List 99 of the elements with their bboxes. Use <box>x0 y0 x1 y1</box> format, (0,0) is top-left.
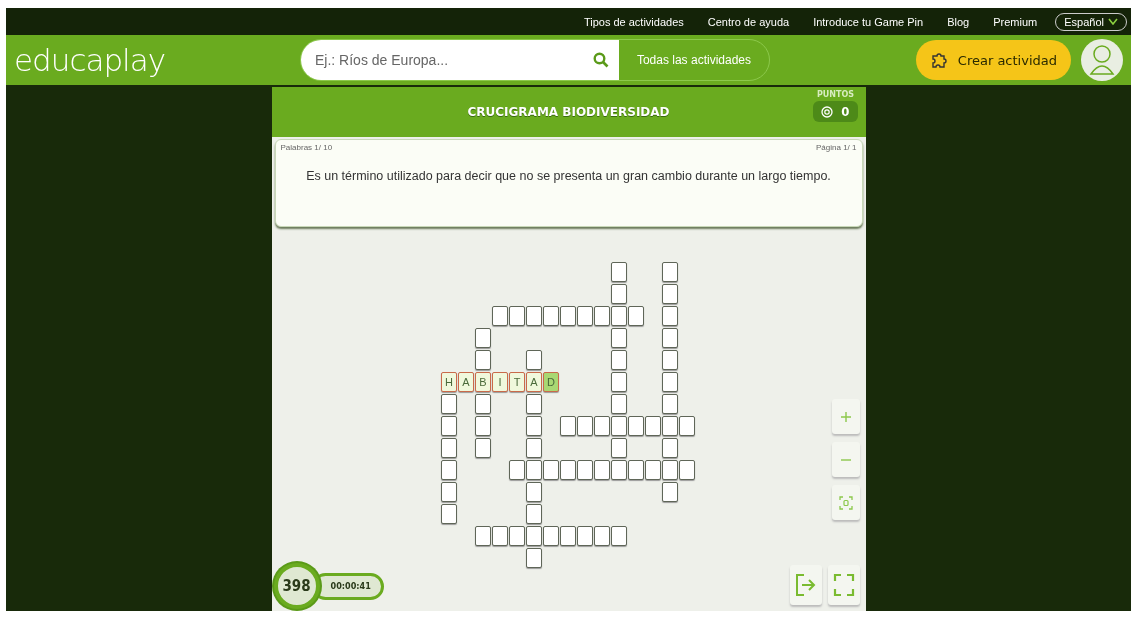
crossword-cell[interactable] <box>662 416 678 436</box>
crossword-cell[interactable] <box>662 350 678 370</box>
crossword-cell[interactable] <box>560 306 576 326</box>
crossword-cell[interactable] <box>662 262 678 282</box>
crossword-cell[interactable] <box>509 460 525 480</box>
crossword-cell[interactable] <box>441 438 457 458</box>
crossword-cell[interactable] <box>560 460 576 480</box>
crossword-cell[interactable] <box>662 438 678 458</box>
crossword-cell[interactable] <box>441 482 457 502</box>
crossword-cell[interactable] <box>526 526 542 546</box>
crossword-cell[interactable] <box>611 372 627 392</box>
crossword-cell[interactable] <box>543 526 559 546</box>
crossword-cell[interactable] <box>611 526 627 546</box>
crossword-cell[interactable] <box>611 416 627 436</box>
create-button[interactable]: Crear actividad <box>915 40 1071 80</box>
crossword-cell[interactable]: A <box>458 372 474 392</box>
crossword-cell[interactable] <box>662 394 678 414</box>
crossword-cell[interactable] <box>594 416 610 436</box>
fit-icon <box>838 495 853 510</box>
word-counter: Palabras 1/ 10 <box>280 143 333 152</box>
crossword-cell[interactable]: T <box>509 372 525 392</box>
crossword-cell[interactable] <box>526 416 542 436</box>
crossword-cell[interactable] <box>475 438 491 458</box>
user-icon <box>1089 44 1115 76</box>
plus-icon <box>839 410 852 423</box>
crossword-cell[interactable] <box>509 306 525 326</box>
crossword-cell[interactable] <box>526 350 542 370</box>
crossword-cell[interactable] <box>662 460 678 480</box>
crossword-cell[interactable]: A <box>526 372 542 392</box>
crossword-cell[interactable] <box>679 416 695 436</box>
crossword-cell[interactable] <box>526 394 542 414</box>
crossword-cell[interactable] <box>645 416 661 436</box>
crossword-cell[interactable] <box>611 350 627 370</box>
crossword-cell[interactable] <box>492 306 508 326</box>
nav-link[interactable]: Centro de ayuda <box>695 15 802 28</box>
crossword-cell[interactable]: H <box>441 372 457 392</box>
crossword-cell[interactable] <box>543 306 559 326</box>
score-value: 398 <box>273 563 320 609</box>
crossword-cell[interactable] <box>662 482 678 502</box>
fullscreen-icon <box>832 573 855 597</box>
crossword-cell[interactable]: I <box>492 372 508 392</box>
crossword-cell[interactable] <box>577 416 593 436</box>
crossword-cell[interactable] <box>577 460 593 480</box>
crossword-cell[interactable] <box>611 328 627 348</box>
crossword-cell[interactable]: D <box>543 372 559 392</box>
crossword-cell[interactable] <box>475 416 491 436</box>
crossword-cell[interactable]: B <box>475 372 491 392</box>
crossword-cell[interactable] <box>611 460 627 480</box>
crossword-cell[interactable] <box>560 416 576 436</box>
crossword-cell[interactable] <box>475 394 491 414</box>
points-label: PUNTOS <box>816 90 854 99</box>
crossword-cell[interactable] <box>526 438 542 458</box>
crossword-cell[interactable] <box>645 460 661 480</box>
nav-link[interactable]: Introduce tu Game Pin <box>801 15 936 28</box>
crossword-cell[interactable] <box>662 306 678 326</box>
crossword-cell[interactable] <box>628 460 644 480</box>
crossword-cell[interactable] <box>662 284 678 304</box>
nav-link[interactable]: Premium <box>981 15 1050 28</box>
crossword-cell[interactable] <box>611 438 627 458</box>
crossword-cell[interactable] <box>526 460 542 480</box>
crossword-cell[interactable] <box>611 394 627 414</box>
crossword-cell[interactable] <box>526 482 542 502</box>
crossword-cell[interactable] <box>475 350 491 370</box>
crossword-cell[interactable] <box>577 526 593 546</box>
crossword-cell[interactable] <box>611 306 627 326</box>
clue-text: Es un término utilizado para decir que no se presenta un gran cambio durante un largo tiempo. <box>305 169 832 183</box>
crossword-cell[interactable] <box>560 526 576 546</box>
crossword-cell[interactable] <box>628 306 644 326</box>
crossword-cell[interactable] <box>441 460 457 480</box>
points-value: 0 <box>841 104 850 119</box>
crossword-cell[interactable] <box>543 460 559 480</box>
nav-link[interactable]: Tipos de actividades <box>571 15 696 28</box>
crossword-cell[interactable] <box>526 306 542 326</box>
crossword-cell[interactable] <box>441 416 457 436</box>
crossword-cell[interactable] <box>441 394 457 414</box>
crossword-cell[interactable] <box>475 328 491 348</box>
crossword-cell[interactable] <box>526 548 542 568</box>
page-counter: Página 1/ 1 <box>816 143 857 152</box>
crossword-cell[interactable] <box>611 262 627 282</box>
crossword-cell[interactable] <box>611 284 627 304</box>
crossword-cell[interactable] <box>679 460 695 480</box>
nav-link[interactable]: Blog <box>935 15 982 28</box>
minus-icon <box>839 457 852 462</box>
crossword-cell[interactable] <box>441 504 457 524</box>
puzzle-icon <box>929 50 950 70</box>
crossword-cell[interactable] <box>509 526 525 546</box>
exit-icon <box>794 573 817 597</box>
crossword-cell[interactable] <box>594 460 610 480</box>
crossword-cell[interactable] <box>475 526 491 546</box>
activity-title: CRUCIGRAMA BIODIVERSIDAD <box>467 105 670 119</box>
crossword-cell[interactable] <box>594 306 610 326</box>
crossword-cell[interactable] <box>492 526 508 546</box>
crossword-cell[interactable] <box>577 306 593 326</box>
crossword-cell[interactable] <box>526 504 542 524</box>
crossword-cell[interactable] <box>628 416 644 436</box>
crossword-cell[interactable] <box>662 328 678 348</box>
crossword-cell[interactable] <box>594 526 610 546</box>
crossword-cell[interactable] <box>662 372 678 392</box>
coin-icon <box>821 105 834 118</box>
